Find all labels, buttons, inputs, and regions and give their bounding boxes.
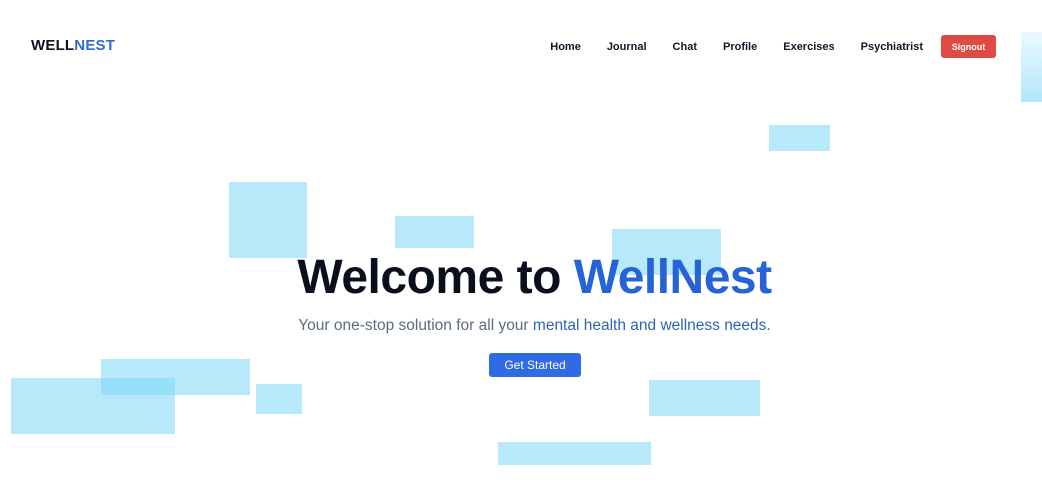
decor-rect	[498, 442, 651, 465]
get-started-button[interactable]: Get Started	[489, 353, 581, 377]
logo[interactable]: WELLNEST	[31, 37, 115, 54]
logo-part-well: WELL	[31, 37, 75, 54]
nav-link-profile[interactable]: Profile	[723, 41, 757, 53]
hero-subtitle-accent: mental health and wellness needs.	[532, 317, 771, 334]
nav-link-exercises[interactable]: Exercises	[783, 41, 834, 53]
nav-link-journal[interactable]: Journal	[607, 41, 647, 53]
nav-link-chat[interactable]: Chat	[673, 41, 697, 53]
navbar: WELLNEST Home Journal Chat Profile Exerc…	[0, 0, 1042, 92]
decor-rect	[229, 182, 307, 258]
page: WELLNEST Home Journal Chat Profile Exerc…	[0, 0, 1042, 486]
hero-subtitle: Your one-stop solution for all your ment…	[0, 317, 1042, 335]
decor-rect	[395, 216, 474, 248]
logo-part-nest: NEST	[74, 37, 116, 54]
decor-rect	[769, 125, 830, 151]
nav-link-psychiatrist[interactable]: Psychiatrist	[861, 41, 923, 53]
hero-subtitle-prefix: Your one-stop solution for all your	[298, 317, 533, 334]
hero-title-prefix: Welcome to	[297, 251, 574, 304]
signout-button[interactable]: Signout	[941, 35, 996, 58]
hero-title: Welcome to WellNest	[0, 250, 1042, 305]
decor-rect	[256, 384, 302, 414]
nav-link-home[interactable]: Home	[550, 41, 581, 53]
decor-rect	[11, 378, 175, 434]
hero-title-brand: WellNest	[573, 251, 772, 304]
nav-links: Home Journal Chat Profile Exercises Psyc…	[550, 35, 996, 58]
decor-rect	[649, 380, 760, 416]
